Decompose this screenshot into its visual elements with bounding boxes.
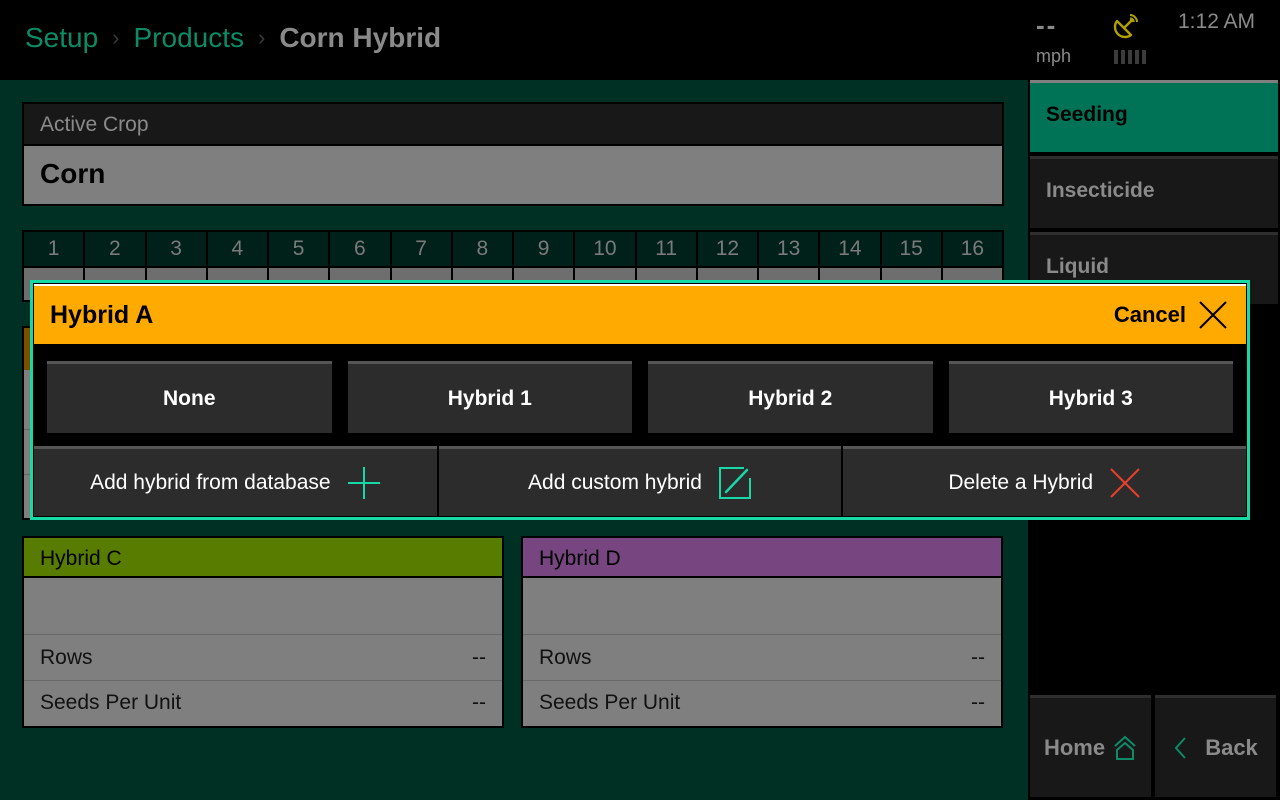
chevron-right-icon: › [258,25,266,50]
dialog-actions: Add hybrid from database Add custom hybr… [34,446,1247,516]
dialog-title: Hybrid A [50,300,154,329]
row-number: 8 [452,232,512,266]
hybrid-d-rows: Rows -- [523,635,1001,680]
rows-value: -- [971,645,985,669]
row-number: 2 [85,232,145,266]
delete-hybrid-button[interactable]: Delete a Hybrid [843,446,1247,516]
speed-unit: mph [1036,46,1072,66]
hybrid-c-rows: Rows -- [24,635,502,680]
hybrid-select-dialog: Hybrid A Cancel None Hybrid 1 Hybrid 2 H… [30,280,1250,520]
row-number: 15 [881,232,941,266]
option-hybrid-1[interactable]: Hybrid 1 [347,361,632,433]
active-crop-value[interactable]: Corn [24,146,1002,204]
row-number: 13 [759,232,819,266]
row-number: 10 [575,232,635,266]
back-button[interactable]: Back [1155,695,1276,797]
row-number: 12 [697,232,757,266]
signal-bar [1142,50,1146,64]
close-icon [1199,301,1227,329]
hybrid-d-name [523,578,1001,635]
hybrid-c-title: Hybrid C [24,538,502,578]
signal-bar [1128,50,1132,64]
delete-hybrid-label: Delete a Hybrid [948,470,1094,494]
active-crop-label: Active Crop [24,104,1002,144]
row-number: 16 [942,232,1002,266]
tab-seeding[interactable]: Seeding [1030,80,1278,152]
breadcrumb-setup[interactable]: Setup [25,22,98,54]
home-button[interactable]: Home [1030,695,1151,797]
signal-bar [1114,50,1118,64]
rows-label: Rows [539,645,592,669]
speed-value: -- [1036,10,1058,40]
top-bar: Setup › Products › Corn Hybrid -- mph 1:… [0,0,1280,80]
row-number: 3 [146,232,206,266]
tab-insecticide[interactable]: Insecticide [1030,156,1278,228]
dialog-body: Hybrid A Cancel None Hybrid 1 Hybrid 2 H… [34,284,1247,516]
seeds-value: -- [971,691,985,714]
cancel-button[interactable]: Cancel [1114,300,1228,330]
row-number: 6 [330,232,390,266]
hybrid-options: None Hybrid 1 Hybrid 2 Hybrid 3 [47,361,1233,433]
breadcrumb: Setup › Products › Corn Hybrid [25,22,441,54]
row-number: 4 [207,232,267,266]
option-none[interactable]: None [47,361,332,433]
breadcrumb-products[interactable]: Products [134,22,245,54]
gps-signal-bars [1114,50,1146,64]
dialog-header: Hybrid A Cancel [34,286,1246,344]
option-hybrid-3[interactable]: Hybrid 3 [948,361,1233,433]
edit-icon [718,466,751,499]
hybrid-c-seeds: Seeds Per Unit -- [24,680,502,725]
page-title: Corn Hybrid [279,22,442,53]
chevron-right-icon: › [112,25,120,50]
hybrid-d-title: Hybrid D [523,538,1001,578]
seeds-label: Seeds Per Unit [40,691,182,714]
add-from-database-button[interactable]: Add hybrid from database [34,446,437,516]
row-number: 5 [269,232,329,266]
active-crop-panel: Active Crop Corn [22,102,1004,206]
gps-status [1112,12,1152,68]
signal-bar [1135,50,1139,64]
back-label: Back [1205,734,1258,760]
row-number: 11 [636,232,696,266]
chevron-left-icon [1174,736,1186,759]
row-number: 14 [820,232,880,266]
row-number: 9 [514,232,574,266]
row-number: 1 [24,232,84,266]
add-from-database-label: Add hybrid from database [90,470,331,494]
hybrid-c-name [24,578,502,635]
hybrid-d-seeds: Seeds Per Unit -- [523,680,1001,725]
speed-readout: -- mph [1036,10,1086,67]
hybrid-c-card[interactable]: Hybrid C Rows -- Seeds Per Unit -- [22,536,504,728]
clock: 1:12 AM [1178,10,1256,33]
hybrid-d-card[interactable]: Hybrid D Rows -- Seeds Per Unit -- [521,536,1003,728]
option-hybrid-2[interactable]: Hybrid 2 [648,361,933,433]
plus-icon [347,466,380,499]
add-custom-hybrid-label: Add custom hybrid [528,470,702,494]
seeds-label: Seeds Per Unit [539,691,681,714]
rows-value: -- [472,645,486,669]
satellite-dish-icon [1113,14,1138,39]
signal-bar [1121,50,1125,64]
delete-x-icon [1110,467,1140,498]
home-icon [1114,735,1136,760]
home-label: Home [1043,734,1106,760]
cancel-label: Cancel [1113,302,1186,327]
add-custom-hybrid-button[interactable]: Add custom hybrid [438,446,842,516]
rows-label: Rows [40,645,93,669]
seeds-value: -- [472,691,486,714]
row-number: 7 [391,232,451,266]
